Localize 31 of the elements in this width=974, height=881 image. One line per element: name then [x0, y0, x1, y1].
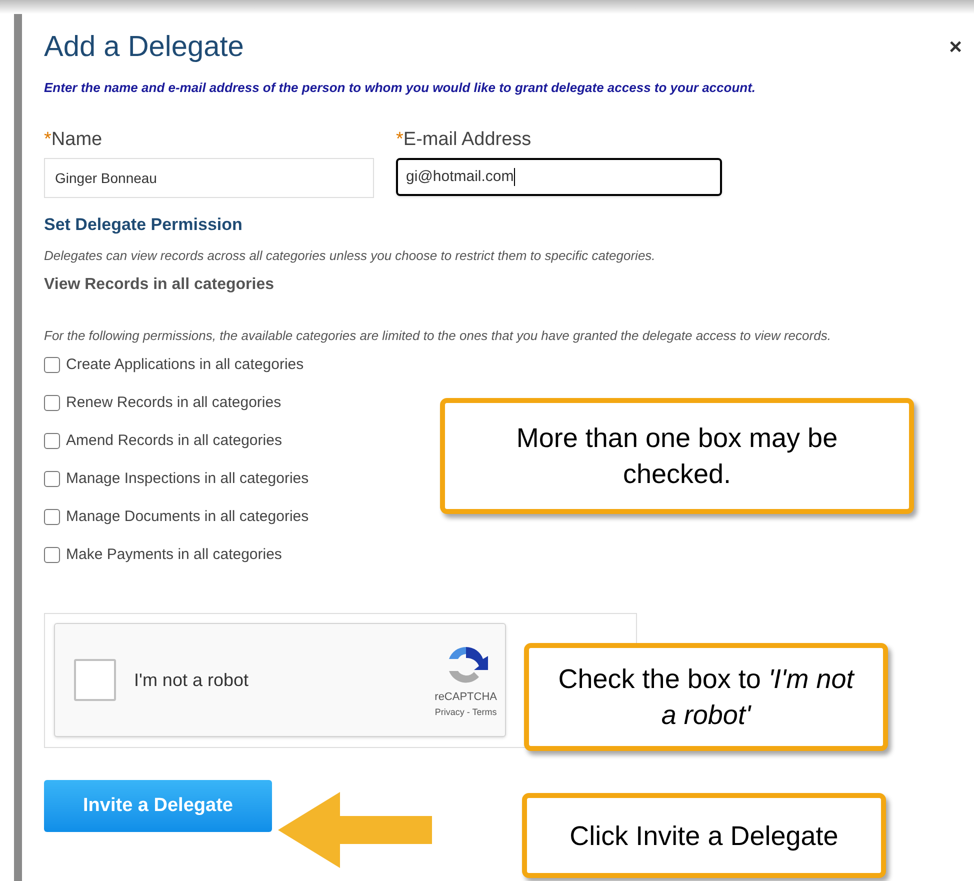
checkbox[interactable] [44, 395, 60, 411]
callout-box: More than one box may be checked. [440, 398, 914, 514]
field-label: *E-mail Address [396, 128, 532, 152]
intro-text: Enter the name and e-mail address of the person to whom you would like to grant delegate access to your account. [44, 80, 757, 96]
checkbox[interactable] [44, 357, 60, 373]
dialog-title: Add a Delegate [44, 30, 244, 65]
checkbox[interactable] [44, 547, 60, 563]
permissions-note: For the following permissions, the available categories are limited to the ones that you have granted the delegate access to view records. [44, 327, 832, 345]
checkbox-label: Renew Records in all categories [66, 392, 282, 413]
checkbox-label: Manage Documents in all categories [66, 506, 309, 527]
captcha-checkbox[interactable] [74, 659, 116, 701]
checkbox[interactable] [44, 433, 60, 449]
checkbox-label: Create Applications in all categories [66, 354, 304, 375]
view-records-label: View Records in all categories [44, 275, 276, 295]
captcha-label: I'm not a robot [134, 668, 250, 692]
checkbox-label: Manage Inspections in all categories [66, 468, 309, 489]
captcha-links: Privacy - Terms [434, 706, 497, 719]
captcha-brand: reCAPTCHA [434, 690, 497, 705]
close-button[interactable]: × [949, 36, 962, 58]
checkbox[interactable] [44, 471, 60, 487]
checkbox-label: Make Payments in all categories [66, 544, 282, 565]
field-label: *Name [44, 128, 104, 152]
checkbox[interactable] [44, 509, 60, 525]
callout-box: Click Invite a Delegate [522, 793, 886, 878]
section-heading: Set Delegate Permission [44, 214, 244, 236]
arrow-icon [278, 790, 434, 870]
input-field[interactable]: Ginger Bonneau [44, 158, 374, 198]
permission-note: Delegates can view records across all categories unless you choose to restrict them to specific categories. [44, 246, 656, 265]
checkbox-label: Amend Records in all categories [66, 430, 282, 451]
input-field[interactable]: gi@hotmail.com [396, 158, 722, 196]
callout-box: Check the box to 'I'm not a robot' [524, 643, 888, 751]
